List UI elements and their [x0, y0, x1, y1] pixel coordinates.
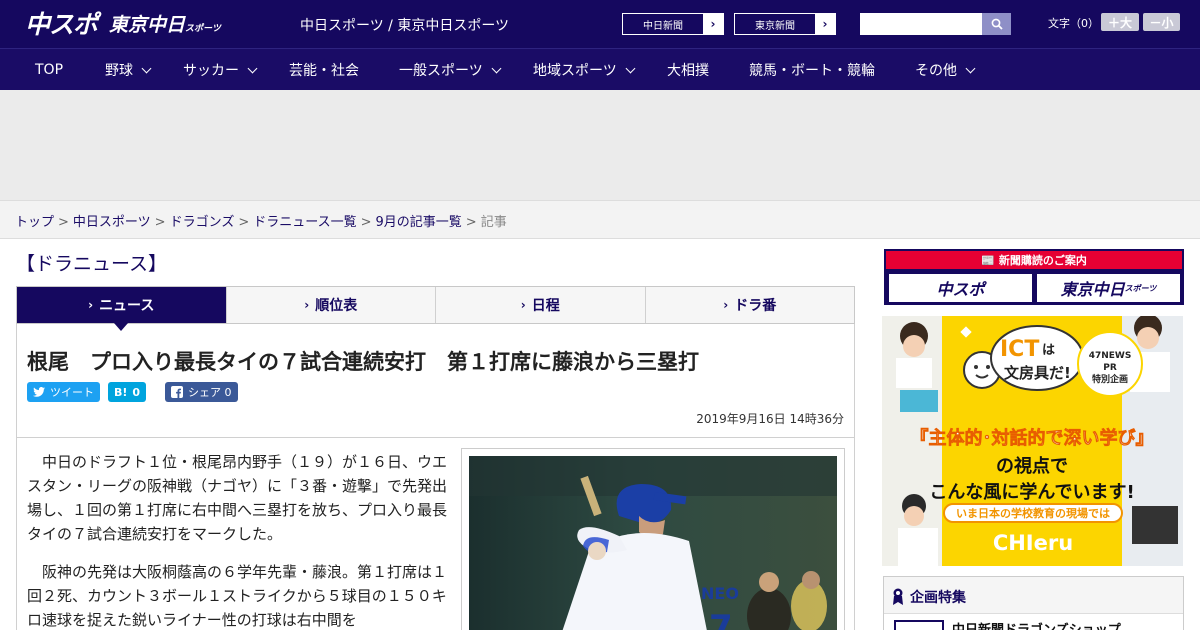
- ad-placeholder: [0, 90, 1200, 200]
- tweet-button[interactable]: ツイート: [27, 382, 100, 402]
- nav-entertainment[interactable]: 芸能・社会: [289, 49, 359, 91]
- logo-chuspo: 中スポ: [25, 10, 98, 39]
- ict-headline: 『主体的･対話的で深い学び』: [911, 427, 1154, 449]
- breadcrumb-current: 記事: [480, 215, 507, 230]
- article-paragraph: 中日のドラフト１位・根尾昂内野手（１９）が１６日、ウエスタン・リーグの阪神戦（ナ…: [27, 453, 448, 543]
- section-tabs: › ニュース › 順位表 › 日程 › ドラ番: [16, 286, 855, 331]
- article-date: 2019年9月16日 14時36分: [696, 412, 844, 426]
- chieru-logo: CHIeru: [993, 531, 1073, 555]
- breadcrumb-doranews-list[interactable]: ドラニュース一覧: [253, 215, 356, 230]
- tab-schedule[interactable]: › 日程: [435, 287, 645, 323]
- feature-thumbnail: [894, 620, 944, 630]
- logo-tokyo-chunichi: 東京中日スポーツ: [109, 13, 221, 36]
- feature-header: 企画特集: [892, 587, 966, 607]
- chevron-right-icon: ›: [304, 298, 310, 312]
- article-body: 中日のドラフト１位・根尾昂内野手（１９）が１６日、ウエスタン・リーグの阪神戦（ナ…: [16, 438, 855, 630]
- chunichi-shimbun-link[interactable]: 中日新聞 ›: [622, 13, 724, 35]
- chevron-right-icon: ›: [520, 298, 526, 312]
- chevron-down-icon: [625, 63, 636, 73]
- subscription-box[interactable]: 📰 新聞購読のご案内 中スポ 東京中日 スポーツ: [884, 249, 1184, 305]
- font-bigger-button[interactable]: ＋大: [1101, 13, 1139, 31]
- subscribe-tokyo-chunichi-link[interactable]: 東京中日 スポーツ: [1037, 274, 1180, 302]
- breadcrumb-chuspo[interactable]: 中日スポーツ: [73, 215, 151, 230]
- batter-photo-illustration: NEO 7: [469, 456, 837, 630]
- badge-47news: 47NEWS: [1089, 351, 1132, 361]
- ict-line-2: の視点で: [996, 455, 1068, 477]
- site-logo[interactable]: 中スポ 東京中日スポーツ: [25, 8, 221, 39]
- nav-general-sports[interactable]: 一般スポーツ: [399, 49, 502, 91]
- font-smaller-button[interactable]: －小: [1143, 13, 1180, 31]
- chevron-down-icon: [491, 63, 502, 73]
- article-header: 根尾 プロ入り最長タイの７試合連続安打 第１打席に藤浪から三塁打 ツイート B!…: [16, 324, 855, 438]
- feature-box: 企画特集 中日新聞ドラゴンズショップ: [883, 576, 1184, 630]
- main-nav: TOP 野球 サッカー 芸能・社会 一般スポーツ 地域スポーツ 大相撲 競馬・ボ…: [0, 48, 1200, 90]
- tab-news[interactable]: › ニュース: [17, 287, 226, 331]
- search-icon: [991, 18, 1003, 30]
- chevron-down-icon: [247, 63, 258, 73]
- article-headline: 根尾 プロ入り最長タイの７試合連続安打 第１打席に藤浪から三塁打: [27, 350, 699, 374]
- tokyo-shimbun-link[interactable]: 東京新聞 ›: [734, 13, 836, 35]
- tab-standings[interactable]: › 順位表: [225, 287, 435, 323]
- facebook-icon: [171, 386, 183, 398]
- article-photo[interactable]: NEO 7: [469, 456, 837, 630]
- ict-banner-art: ICT は 文房具だ! 47NEWS PR 特別企画 『主体的･対話的で深い学び…: [882, 316, 1183, 566]
- badge-pr: PR: [1103, 363, 1117, 373]
- nav-baseball[interactable]: 野球: [105, 49, 152, 91]
- feature-item-title: 中日新聞ドラゴンズショップ: [952, 619, 1121, 630]
- breadcrumb-september-list[interactable]: 9月の記事一覧: [376, 215, 462, 230]
- breadcrumb-dragons[interactable]: ドラゴンズ: [170, 215, 235, 230]
- nav-soccer[interactable]: サッカー: [183, 49, 258, 91]
- jersey-text: NEO: [701, 584, 739, 603]
- tab-dora-ban[interactable]: › ドラ番: [644, 287, 854, 323]
- nav-other[interactable]: その他: [915, 49, 976, 91]
- jersey-number: 7: [709, 608, 733, 630]
- chevron-right-icon: ›: [703, 14, 723, 34]
- breadcrumb: トップ > 中日スポーツ > ドラゴンズ > ドラニュース一覧 >9月の記事一覧 > 記事: [0, 200, 1200, 239]
- chevron-right-icon: ›: [88, 298, 94, 312]
- chevron-down-icon: [965, 63, 976, 73]
- twitter-icon: [33, 387, 45, 397]
- search-input[interactable]: [860, 13, 982, 35]
- top-header: 中スポ 東京中日スポーツ 中日スポーツ / 東京中日スポーツ 中日新聞 › 東京…: [0, 0, 1200, 48]
- ict-subtitle: 文房具だ!: [1004, 364, 1071, 382]
- breadcrumb-top[interactable]: トップ: [15, 215, 54, 230]
- badge-special: 特別企画: [1092, 373, 1128, 385]
- chevron-right-icon: ›: [815, 14, 835, 34]
- ict-title: ICT: [1000, 337, 1039, 362]
- subscription-header: 📰 新聞購読のご案内: [886, 251, 1182, 269]
- ict-ribbon: いま日本の学校教育の現場では: [956, 506, 1110, 520]
- site-title: 中日スポーツ / 東京中日スポーツ: [300, 18, 510, 34]
- font-size-label: 文字（0）: [1048, 17, 1099, 30]
- newspaper-icon: 📰: [981, 253, 995, 267]
- nav-local-sports[interactable]: 地域スポーツ: [533, 49, 636, 91]
- facebook-share-button[interactable]: シェア 0: [165, 382, 238, 402]
- chevron-right-icon: ›: [723, 298, 729, 312]
- section-title: 【ドラニュース】: [16, 253, 168, 275]
- feature-item[interactable]: 中日新聞ドラゴンズショップ: [884, 613, 1183, 630]
- ict-ad-banner[interactable]: ICT は 文房具だ! 47NEWS PR 特別企画 『主体的･対話的で深い学び…: [882, 316, 1183, 566]
- nav-sumo[interactable]: 大相撲: [667, 49, 709, 91]
- search-button[interactable]: [982, 13, 1011, 35]
- chevron-down-icon: [141, 63, 152, 73]
- ribbon-icon: [893, 588, 903, 605]
- nav-top[interactable]: TOP: [35, 49, 63, 91]
- ict-title-particle: は: [1042, 343, 1055, 358]
- hatena-bookmark-button[interactable]: B! 0: [108, 382, 147, 402]
- article-paragraph: 阪神の先発は大阪桐蔭高の６学年先輩・藤浪。第１打席は１回２死、カウント３ボール１…: [27, 563, 448, 629]
- ict-line-3: こんな風に学んでいます!: [929, 481, 1134, 503]
- subscribe-chuspo-link[interactable]: 中スポ: [889, 274, 1032, 302]
- article-photo-frame: NEO 7: [461, 448, 845, 630]
- nav-racing[interactable]: 競馬・ボート・競輪: [749, 49, 875, 91]
- hatena-icon: B!: [114, 385, 128, 399]
